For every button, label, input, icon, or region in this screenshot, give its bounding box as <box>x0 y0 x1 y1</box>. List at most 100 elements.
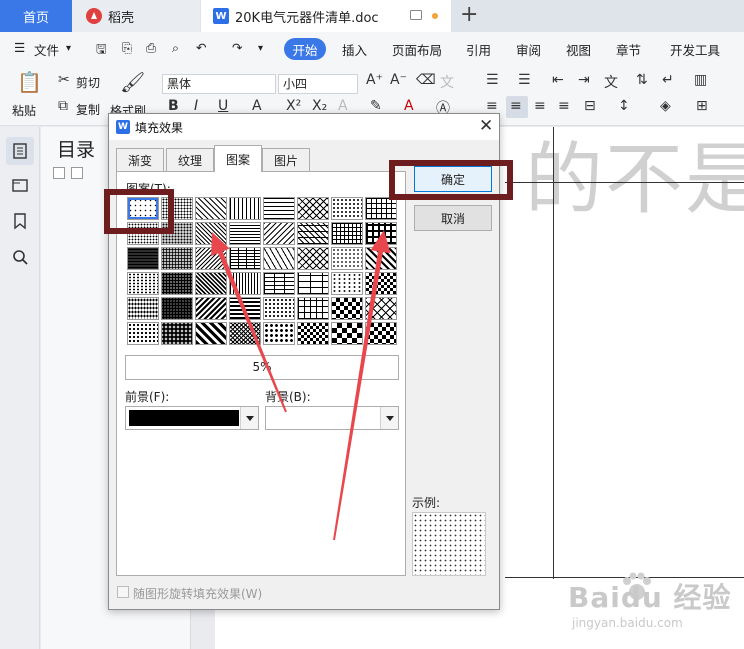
tab-pattern[interactable]: 图案 <box>214 145 262 172</box>
cancel-button[interactable]: 取消 <box>414 205 492 231</box>
search-icon[interactable] <box>10 247 30 267</box>
pattern-swatch[interactable] <box>195 247 227 270</box>
grow-font-icon[interactable]: A⁺ <box>366 72 383 88</box>
background-color-select[interactable] <box>265 406 399 430</box>
pattern-swatch[interactable] <box>229 322 261 345</box>
pattern-swatch[interactable] <box>127 322 159 345</box>
chevron-down-icon[interactable] <box>380 407 398 429</box>
quick-access-more-icon[interactable]: ▾ <box>258 43 263 54</box>
export-pdf-icon[interactable]: ⎘ <box>122 40 132 56</box>
scissors-icon[interactable]: ✂ <box>58 72 70 88</box>
phonetic-guide-icon[interactable]: 文 <box>440 72 454 92</box>
pattern-swatch[interactable] <box>365 297 397 320</box>
bold-icon[interactable]: B <box>168 98 179 114</box>
pattern-swatch[interactable] <box>263 247 295 270</box>
pattern-swatch[interactable] <box>229 297 261 320</box>
cut-button[interactable]: 剪切 <box>76 74 100 91</box>
menu-references[interactable]: 引用 <box>466 40 491 59</box>
pattern-swatch[interactable] <box>331 197 363 220</box>
justify-icon[interactable]: ≡ <box>558 98 570 114</box>
subscript-icon[interactable]: X₂ <box>312 98 327 114</box>
superscript-icon[interactable]: X² <box>286 98 301 114</box>
italic-icon[interactable]: I <box>194 98 198 114</box>
pattern-swatch[interactable] <box>195 297 227 320</box>
align-center-icon[interactable]: ≡ <box>510 98 522 114</box>
font-color-icon[interactable]: A <box>404 98 414 114</box>
menu-developer[interactable]: 开发工具 <box>670 40 720 59</box>
pattern-swatch[interactable] <box>161 272 193 295</box>
hamburger-icon[interactable]: ☰ <box>14 40 25 55</box>
pattern-swatch[interactable] <box>365 222 397 245</box>
redo-icon[interactable]: ↷ <box>232 40 242 55</box>
pattern-swatch[interactable] <box>263 222 295 245</box>
pattern-swatch[interactable] <box>365 272 397 295</box>
menu-review[interactable]: 审阅 <box>516 40 541 59</box>
copy-icon[interactable]: ⧉ <box>58 98 68 114</box>
toc-collapse-icon[interactable] <box>71 167 83 179</box>
pattern-swatch[interactable] <box>229 247 261 270</box>
chinese-layout-icon[interactable]: 文 <box>604 72 618 92</box>
font-name-select[interactable]: 黑体 <box>162 74 276 94</box>
close-icon[interactable]: ✕ <box>479 116 493 136</box>
pattern-swatch[interactable] <box>297 297 329 320</box>
pattern-swatch[interactable] <box>229 197 261 220</box>
pattern-swatch[interactable] <box>365 247 397 270</box>
pattern-swatch[interactable] <box>297 197 329 220</box>
chapter-nav-icon[interactable] <box>10 175 30 195</box>
menu-file[interactable]: 文件 <box>34 40 59 59</box>
underline-icon[interactable]: U <box>218 98 228 114</box>
pattern-swatch[interactable] <box>263 322 295 345</box>
bookmark-icon[interactable] <box>10 211 30 231</box>
paste-label[interactable]: 粘贴 <box>12 102 36 119</box>
pattern-swatch[interactable] <box>161 247 193 270</box>
pattern-swatch[interactable] <box>161 297 193 320</box>
pattern-swatch[interactable] <box>127 247 159 270</box>
tab-home[interactable]: 首页 <box>0 0 72 32</box>
decrease-indent-icon[interactable]: ⇤ <box>552 72 564 88</box>
pattern-swatch[interactable] <box>331 297 363 320</box>
tab-gradient[interactable]: 渐变 <box>116 148 164 171</box>
bullet-list-icon[interactable]: ☰ <box>486 72 499 88</box>
chevron-down-icon[interactable] <box>240 407 258 429</box>
number-list-icon[interactable]: ☰ <box>518 72 531 88</box>
pattern-swatch[interactable] <box>127 297 159 320</box>
rotate-fill-checkbox[interactable] <box>117 586 129 598</box>
pattern-swatch[interactable] <box>297 272 329 295</box>
foreground-color-select[interactable] <box>125 406 259 430</box>
copy-button[interactable]: 复制 <box>76 101 100 118</box>
tab-picture[interactable]: 图片 <box>262 148 310 171</box>
monitor-icon[interactable] <box>410 10 422 20</box>
toc-expand-icon[interactable] <box>53 167 65 179</box>
ruler-icon[interactable]: ▥ <box>694 72 707 88</box>
show-hide-marks-icon[interactable]: ↵ <box>662 72 674 88</box>
clear-format-icon[interactable]: ⌫ <box>416 72 436 88</box>
menu-page-layout[interactable]: 页面布局 <box>392 40 442 59</box>
shading-icon[interactable]: ◈ <box>660 98 671 114</box>
outline-icon[interactable] <box>10 141 30 161</box>
pattern-swatch[interactable] <box>365 197 397 220</box>
pattern-swatch[interactable] <box>263 297 295 320</box>
highlight-icon[interactable]: ✎ <box>370 98 382 114</box>
font-size-select[interactable]: 小四 <box>278 74 358 94</box>
pattern-swatch[interactable] <box>331 247 363 270</box>
sort-icon[interactable]: ⇅ <box>636 72 648 88</box>
pattern-swatch[interactable] <box>297 322 329 345</box>
pattern-swatch[interactable] <box>229 272 261 295</box>
borders-icon[interactable]: ⊞ <box>696 98 708 114</box>
shrink-font-icon[interactable]: A⁻ <box>390 72 407 88</box>
new-tab-plus-icon[interactable]: + <box>460 2 478 27</box>
pattern-swatch[interactable] <box>263 272 295 295</box>
rotate-fill-label[interactable]: 随图形旋转填充效果(W) <box>133 585 262 602</box>
pattern-swatch[interactable] <box>365 322 397 345</box>
save-icon[interactable]: 🖫 <box>96 40 107 61</box>
increase-indent-icon[interactable]: ⇥ <box>578 72 590 88</box>
dialog-titlebar[interactable]: W 填充效果 ✕ <box>109 114 499 140</box>
strikethrough-icon[interactable]: A <box>252 98 262 114</box>
pattern-swatch[interactable] <box>297 247 329 270</box>
pattern-swatch[interactable] <box>263 197 295 220</box>
pattern-swatch[interactable] <box>331 272 363 295</box>
pattern-swatch[interactable] <box>229 222 261 245</box>
pattern-swatch[interactable] <box>195 272 227 295</box>
pattern-swatch[interactable] <box>195 197 227 220</box>
distribute-icon[interactable]: ⊟ <box>584 98 596 114</box>
